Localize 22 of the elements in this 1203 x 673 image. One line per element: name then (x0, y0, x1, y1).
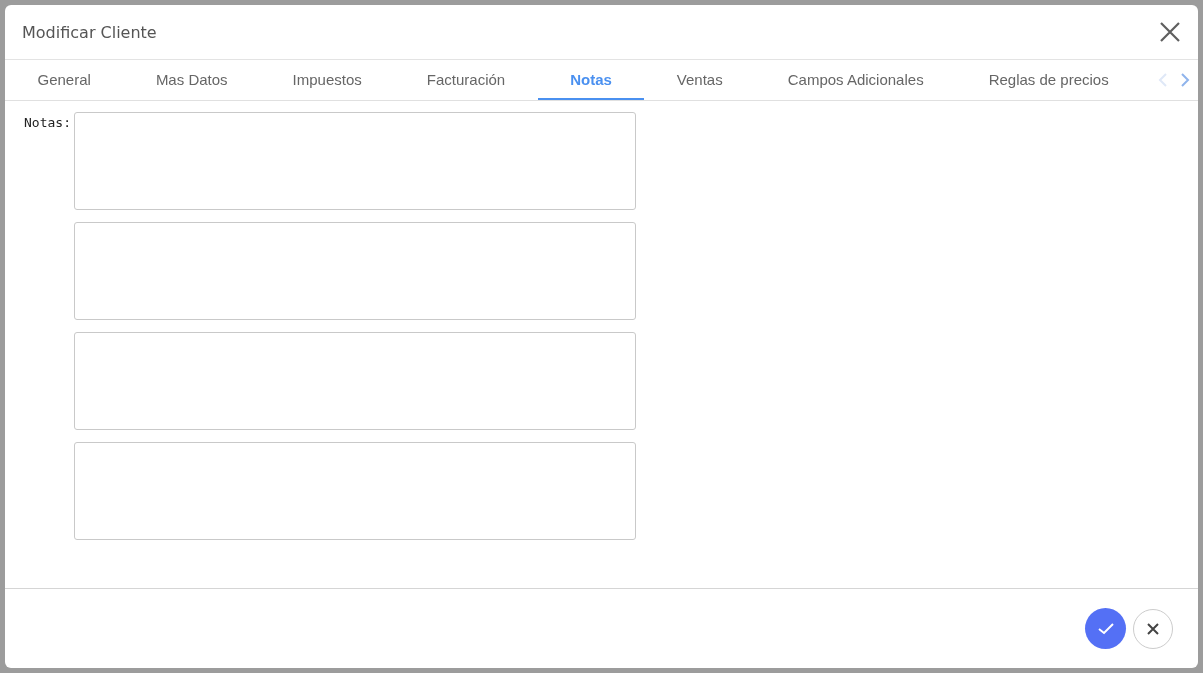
close-button[interactable] (1160, 22, 1180, 42)
chevron-left-icon[interactable] (1158, 73, 1168, 87)
checkmark-icon (1097, 622, 1114, 635)
tab[interactable]: Notas (537, 60, 645, 100)
tab[interactable]: Ventas (644, 60, 756, 100)
chevron-right-icon[interactable] (1180, 73, 1190, 87)
tab[interactable]: Facturación (394, 60, 538, 100)
notes-label: Notas: (24, 115, 71, 132)
tab[interactable]: Reglas de precios (956, 60, 1142, 100)
cancel-button[interactable] (1133, 608, 1173, 649)
close-icon (1160, 22, 1180, 42)
notes-textarea[interactable] (73, 332, 636, 430)
dialog-title: Modificar Cliente (22, 22, 157, 42)
confirm-button[interactable] (1085, 608, 1126, 649)
close-icon (1147, 622, 1159, 635)
notes-textarea[interactable] (73, 442, 636, 540)
notes-textarea[interactable] (73, 222, 636, 320)
tab[interactable]: General (5, 60, 124, 100)
tab[interactable]: Mas Datos (123, 60, 261, 100)
tab[interactable]: Campos Adicionales (755, 60, 957, 100)
notes-textarea[interactable] (73, 112, 636, 210)
tab[interactable]: Impuestos (260, 60, 395, 100)
